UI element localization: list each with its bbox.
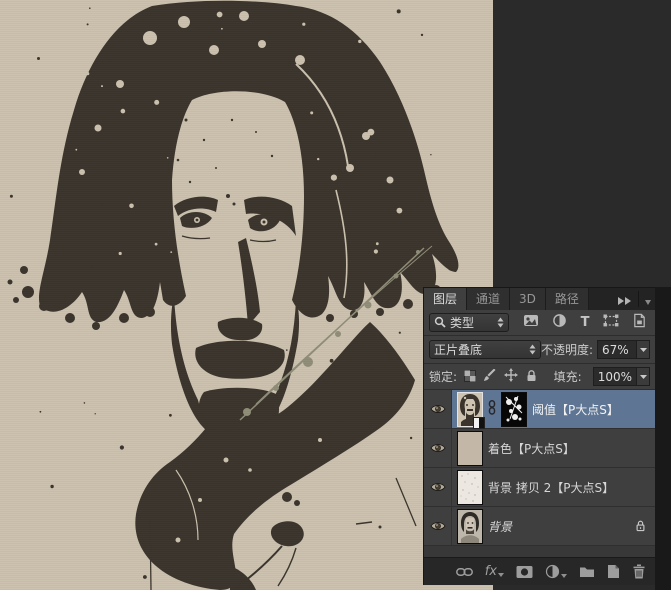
adjustment-layer-filter-icon[interactable] xyxy=(552,313,567,332)
blend-mode-bar: 正片叠底 不透明度: 67% xyxy=(424,336,655,364)
fill-label: 填充: xyxy=(553,370,582,384)
photoshop-window: 图层 通道 3D 路径 类型 T 正片叠底 不透明度: 67% 锁定: 填充: … xyxy=(0,0,671,590)
smart-object-filter-icon[interactable] xyxy=(632,313,647,332)
search-icon xyxy=(434,313,446,332)
background-lock-icon xyxy=(635,517,646,536)
filter-type-dropdown[interactable]: 类型 xyxy=(429,313,509,332)
tab-channels[interactable]: 通道 xyxy=(467,288,511,310)
filter-type-label: 类型 xyxy=(450,316,475,330)
layer-thumbnail[interactable] xyxy=(457,430,483,466)
layer-thumbnail[interactable] xyxy=(457,508,483,544)
layer-thumbnail[interactable] xyxy=(457,469,483,505)
tab-bar-divider xyxy=(638,291,639,307)
collapse-panel-icon[interactable] xyxy=(617,290,632,309)
eye-icon xyxy=(430,522,445,530)
eye-icon xyxy=(430,444,445,452)
visibility-cell[interactable] xyxy=(424,390,452,428)
fill-value[interactable]: 100% xyxy=(594,370,636,384)
visibility-cell[interactable] xyxy=(424,507,452,545)
filter-icon-group: T xyxy=(513,313,650,332)
tab-paths[interactable]: 路径 xyxy=(545,288,589,310)
layer-style-fx-button[interactable]: fx xyxy=(485,565,504,578)
new-adjustment-layer-button[interactable] xyxy=(545,564,567,579)
fx-label: fx xyxy=(484,564,497,579)
pixel-layer-filter-icon[interactable] xyxy=(523,313,539,332)
layer-list: 阈值【P大点S】 着色【P大点S】 背景 拷贝 2【P大点S】 背景 xyxy=(424,390,655,557)
panel-tab-bar: 图层 通道 3D 路径 xyxy=(424,288,655,310)
layers-panel: 图层 通道 3D 路径 类型 T 正片叠底 不透明度: 67% 锁定: 填充: … xyxy=(423,287,655,585)
shape-layer-filter-icon[interactable] xyxy=(603,313,619,332)
layers-panel-footer: fx xyxy=(424,557,655,585)
visibility-cell[interactable] xyxy=(424,429,452,467)
fill-dropdown-arrow[interactable] xyxy=(636,368,649,385)
layer-row-background[interactable]: 背景 xyxy=(424,507,655,546)
new-group-button[interactable] xyxy=(579,565,595,578)
layer-mask-link-icon[interactable] xyxy=(488,399,496,419)
delete-layer-button[interactable] xyxy=(632,564,646,579)
portrait-artwork xyxy=(0,0,493,590)
panel-menu-icon[interactable] xyxy=(645,290,651,309)
layer-thumbnail[interactable] xyxy=(457,391,485,429)
link-layers-button[interactable] xyxy=(455,565,473,579)
blend-mode-dropdown[interactable]: 正片叠底 xyxy=(429,340,541,359)
layer-row-background-copy[interactable]: 背景 拷贝 2【P大点S】 xyxy=(424,468,655,507)
layer-row-threshold[interactable]: 阈值【P大点S】 xyxy=(424,390,655,429)
tab-layers[interactable]: 图层 xyxy=(424,288,468,310)
tab-3d[interactable]: 3D xyxy=(510,288,546,310)
document-canvas[interactable] xyxy=(0,0,493,590)
opacity-label: 不透明度: xyxy=(540,343,593,357)
visibility-cell[interactable] xyxy=(424,468,452,506)
dock-edge-strip xyxy=(655,287,671,590)
layer-row-color[interactable]: 着色【P大点S】 xyxy=(424,429,655,468)
updown-arrows-icon xyxy=(497,313,504,332)
layer-mask-thumbnail[interactable] xyxy=(501,391,527,427)
lock-position-icon[interactable] xyxy=(504,367,519,386)
tab-bar-rest xyxy=(589,288,655,310)
updown-arrows-icon xyxy=(529,340,536,359)
layer-filter-bar: 类型 T xyxy=(424,310,655,336)
lock-all-icon[interactable] xyxy=(525,367,538,386)
opacity-value[interactable]: 67% xyxy=(598,343,636,357)
add-layer-mask-button[interactable] xyxy=(516,565,533,579)
layer-name[interactable]: 背景 xyxy=(488,518,630,535)
eye-icon xyxy=(430,483,445,491)
opacity-field[interactable]: 67% xyxy=(597,340,650,359)
lock-image-pixels-icon[interactable] xyxy=(483,367,497,386)
fill-field[interactable]: 100% xyxy=(592,367,650,386)
lock-bar: 锁定: 填充: 100% xyxy=(424,364,655,390)
eye-icon xyxy=(430,405,445,413)
opacity-dropdown-arrow[interactable] xyxy=(636,341,649,358)
lock-label: 锁定: xyxy=(429,370,458,384)
lock-transparent-pixels-icon[interactable] xyxy=(464,367,477,386)
layer-name[interactable]: 背景 拷贝 2【P大点S】 xyxy=(488,479,655,496)
type-layer-filter-icon[interactable]: T xyxy=(581,316,590,329)
layer-name[interactable]: 着色【P大点S】 xyxy=(488,440,655,457)
blend-mode-value: 正片叠底 xyxy=(434,343,483,357)
threshold-adjustment-badge xyxy=(473,416,485,429)
layer-name[interactable]: 阈值【P大点S】 xyxy=(532,401,655,418)
new-layer-button[interactable] xyxy=(607,564,620,579)
